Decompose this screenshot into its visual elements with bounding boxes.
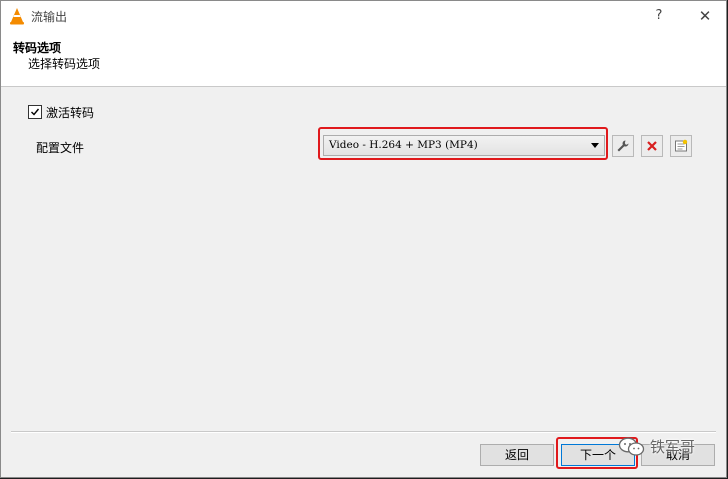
- activate-transcode-label: 激活转码: [46, 106, 95, 120]
- page-title: 转码选项: [13, 41, 62, 55]
- delete-profile-button[interactable]: [641, 135, 663, 157]
- wizard-header: 转码选项 选择转码选项: [1, 31, 726, 87]
- footer-divider: [11, 431, 716, 433]
- page-subtitle: 选择转码选项: [28, 57, 101, 71]
- wrench-icon: [617, 140, 629, 152]
- profile-label: 配置文件: [36, 141, 85, 155]
- new-profile-icon: [675, 139, 688, 152]
- activate-transcode-checkbox[interactable]: [28, 105, 42, 119]
- profile-select-highlight: [318, 127, 608, 160]
- wechat-icon: [618, 437, 645, 456]
- checkmark-icon: [31, 108, 40, 116]
- vlc-cone-icon: [10, 8, 24, 25]
- help-button[interactable]: ?: [645, 5, 673, 27]
- stream-output-dialog: 流输出 ? ✕ 转码选项 选择转码选项 激活转码 配置文件 Video - H.…: [0, 0, 727, 478]
- title-bar[interactable]: 流输出 ? ✕: [1, 1, 726, 31]
- edit-profile-button[interactable]: [612, 135, 634, 157]
- delete-x-icon: [647, 141, 657, 151]
- close-button[interactable]: ✕: [691, 5, 719, 27]
- new-profile-button[interactable]: [670, 135, 692, 157]
- window-title: 流输出: [31, 10, 68, 24]
- watermark-text: 铁军哥: [650, 438, 696, 456]
- back-button[interactable]: 返回: [480, 444, 554, 466]
